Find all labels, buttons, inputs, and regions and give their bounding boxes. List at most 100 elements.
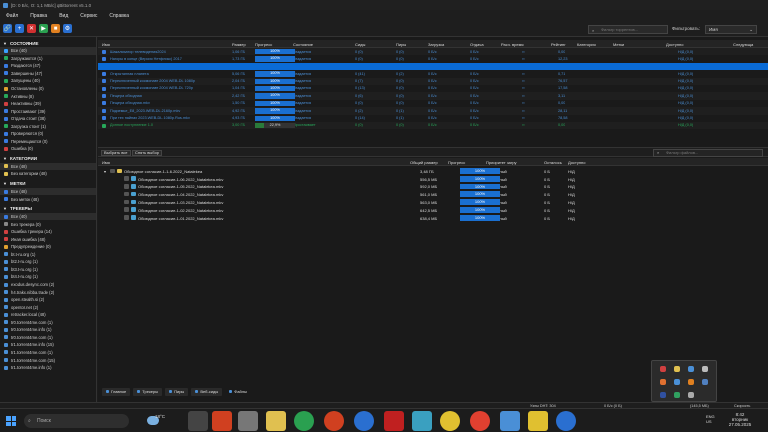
file-row[interactable]: Обоюдное согласие-1-05.2022_Natalekea.mk… (98, 183, 768, 191)
file-row[interactable]: Обоюдное согласие-1-06.2022_Natalekea.mk… (98, 175, 768, 183)
tray-icon[interactable] (702, 366, 708, 372)
sidebar-item-tracker[interactable]: opentor.net (2) (0, 303, 96, 311)
clock[interactable]: 8:42 вторник 27.05.2025 (720, 412, 760, 427)
column-header[interactable]: Имя (102, 42, 110, 47)
sidebar-item-tracker[interactable]: bt.t-ru.org (1) (0, 251, 96, 259)
sidebar-item-status[interactable]: Неактивны (39) (0, 100, 96, 108)
torrent-search-input[interactable]: ⌕ Фильтр торрентов... (588, 25, 668, 34)
sidebar-item-status[interactable]: Ошибка (0) (0, 145, 96, 153)
table-row[interactable]: Шакализатор телевидения2024 1,06 ГБ Раздае… (98, 48, 768, 56)
menu-file[interactable]: Файл (6, 13, 18, 19)
select-all-button[interactable]: Выбрать все (101, 150, 131, 156)
column-header[interactable]: Имя (102, 160, 110, 165)
sidebar-section-tracker[interactable]: ▼ ТРЕКЕРЫ (0, 205, 96, 213)
column-header[interactable]: Осталось (544, 160, 562, 165)
sidebar-item-status[interactable]: Активны (8) (0, 92, 96, 100)
sidebar-item-status[interactable]: Проверяются (0) (0, 130, 96, 138)
column-header[interactable]: Общий размер (410, 160, 438, 165)
checkbox[interactable] (124, 191, 129, 197)
sidebar-item-status[interactable]: Перемещаются (0) (0, 138, 96, 146)
red-app-icon[interactable] (384, 411, 404, 431)
sidebar-item-tracker[interactable]: tr1.torrent4me.com (15) (0, 356, 96, 364)
sidebar-item-tracker[interactable]: Все (40) (0, 212, 96, 221)
deselect-button[interactable]: Снять выбор (132, 150, 163, 156)
tray-icon[interactable] (674, 366, 680, 372)
column-header[interactable]: Сиды (355, 42, 365, 47)
taskbar-search[interactable]: ⌕ Поиск (24, 414, 129, 428)
menu-help[interactable]: Справка (109, 13, 129, 19)
column-header[interactable]: Категория (577, 42, 596, 47)
tray-icon[interactable] (660, 379, 666, 385)
table-row[interactable]: Переключенный космонавт 2004 WEB-DL 1080… (98, 77, 768, 85)
sidebar-item-tracker[interactable]: Иная ошибка (48) (0, 235, 96, 243)
filezilla-icon[interactable] (212, 411, 232, 431)
weather-widget[interactable]: 18°C (147, 412, 177, 430)
checkbox[interactable] (124, 199, 129, 205)
media-player-icon[interactable] (324, 411, 344, 431)
column-header[interactable]: Метки (613, 42, 624, 47)
sidebar-item-tracker[interactable]: open.stealth.si (2) (0, 296, 96, 304)
table-row[interactable]: Нагоры в конце (Версия Нетфликс) 2017 1,7… (98, 55, 768, 62)
sidebar-item-status[interactable]: Остановлены (0) (0, 85, 96, 93)
sidebar-item-status[interactable]: Простаивают (39) (0, 107, 96, 115)
sidebar-item-tracker[interactable]: exodus.desync.com (2) (0, 281, 96, 289)
whatsapp-icon[interactable] (294, 411, 314, 431)
add-torrent-link-icon[interactable]: 🔗 (3, 24, 12, 33)
checkbox[interactable] (124, 215, 129, 220)
file-explorer-icon[interactable] (266, 411, 286, 431)
column-header[interactable]: Состояние (293, 42, 313, 47)
sidebar-item-status[interactable]: Отдача стоит (38) (0, 115, 96, 123)
speed-toggle-button[interactable]: Скорость (734, 404, 750, 408)
column-header[interactable]: Размер (232, 42, 246, 47)
sidebar-item-tracker[interactable]: Без трекера (0) (0, 220, 96, 228)
column-header[interactable]: Доступно (666, 42, 683, 47)
column-header[interactable]: Отдача (470, 42, 484, 47)
tray-icon[interactable] (660, 392, 666, 398)
table-row[interactable]: Пещера обходная 2,42 ГБ Раздается 0 (6) 0 (0… (98, 92, 768, 100)
tab-files[interactable]: Файлы (225, 388, 251, 396)
menu-tools[interactable]: Сервис (80, 13, 97, 19)
checkbox[interactable] (110, 168, 115, 173)
tray-icon[interactable] (660, 366, 666, 372)
tray-icon[interactable] (688, 379, 694, 385)
checkbox[interactable] (124, 207, 129, 212)
column-header[interactable]: Приоритет загру (486, 160, 517, 165)
qbittorrent-icon[interactable] (354, 411, 374, 431)
star-app-icon[interactable] (528, 411, 548, 431)
column-header[interactable]: Расч. время (501, 42, 524, 47)
table-row[interactable] (98, 62, 768, 71)
table-row[interactable]: Открытанная планета 5,06 ГБ Раздается 0 (41… (98, 70, 768, 77)
column-header[interactable]: Прогресс (255, 42, 272, 47)
table-row[interactable]: Донное поступление 1.0 3,00 ГБ Простаивает… (98, 121, 768, 130)
folder-row[interactable]: ▾ Обоюдное согласие-1-1-6.2022_Natalekea 3… (98, 167, 768, 175)
task-view-icon[interactable] (188, 411, 208, 431)
tab-webseeds[interactable]: Веб-сиды (191, 388, 223, 396)
sidebar-item-tracker[interactable]: tr1.torrent4me.info (1) (0, 364, 96, 372)
language-indicator[interactable]: ENG US (706, 414, 715, 424)
column-header[interactable]: Следующа (733, 42, 753, 47)
table-row[interactable]: Пещера обходная.mkv 1,50 ГБ Раздается 0 (0)… (98, 100, 768, 107)
column-header[interactable]: Пиры (396, 42, 406, 47)
column-header[interactable]: Рейтинг (551, 42, 566, 47)
checkbox[interactable] (124, 184, 129, 189)
sidebar-item-status[interactable]: Загружаются (1) (0, 55, 96, 63)
sidebar-item-category[interactable]: Без категории (48) (0, 170, 96, 178)
sidebar-item-tracker[interactable]: bt4.t-ru.org (1) (0, 273, 96, 281)
menu-edit[interactable]: Правка (30, 13, 47, 19)
file-row[interactable]: Обоюдное согласие-1-01.2022_Natalekea.mk… (98, 214, 768, 222)
sidebar-item-category[interactable]: Все (48) (0, 162, 96, 171)
column-header[interactable]: Загрузка (428, 42, 444, 47)
sidebar-item-status[interactable]: Завершены (47) (0, 70, 96, 78)
file-row[interactable]: Обоюдное согласие-1-04.2022_Natalekea.mk… (98, 190, 768, 198)
sidebar-item-tag[interactable]: Без меток (48) (0, 195, 96, 203)
file-row[interactable]: Обоюдное согласие-1-03.2022_Natalekea.mk… (98, 198, 768, 206)
sidebar-item-tracker[interactable]: h4.trakx.nibba.trade (2) (0, 288, 96, 296)
table-row[interactable]: При тех пайнах 2023.WEB-DL.1080p.Rus.mkv… (98, 115, 768, 122)
file-row[interactable]: Обоюдное согласие-1-02.2022_Natalekea.mk… (98, 206, 768, 214)
menu-view[interactable]: Вид (59, 13, 68, 19)
tray-icon[interactable] (674, 379, 680, 385)
stop-icon[interactable]: ■ (51, 24, 60, 33)
tray-icon[interactable] (702, 379, 708, 385)
settings-icon[interactable]: ⚙ (63, 24, 72, 33)
sidebar-item-tracker[interactable]: retracker.local (48) (0, 311, 96, 319)
